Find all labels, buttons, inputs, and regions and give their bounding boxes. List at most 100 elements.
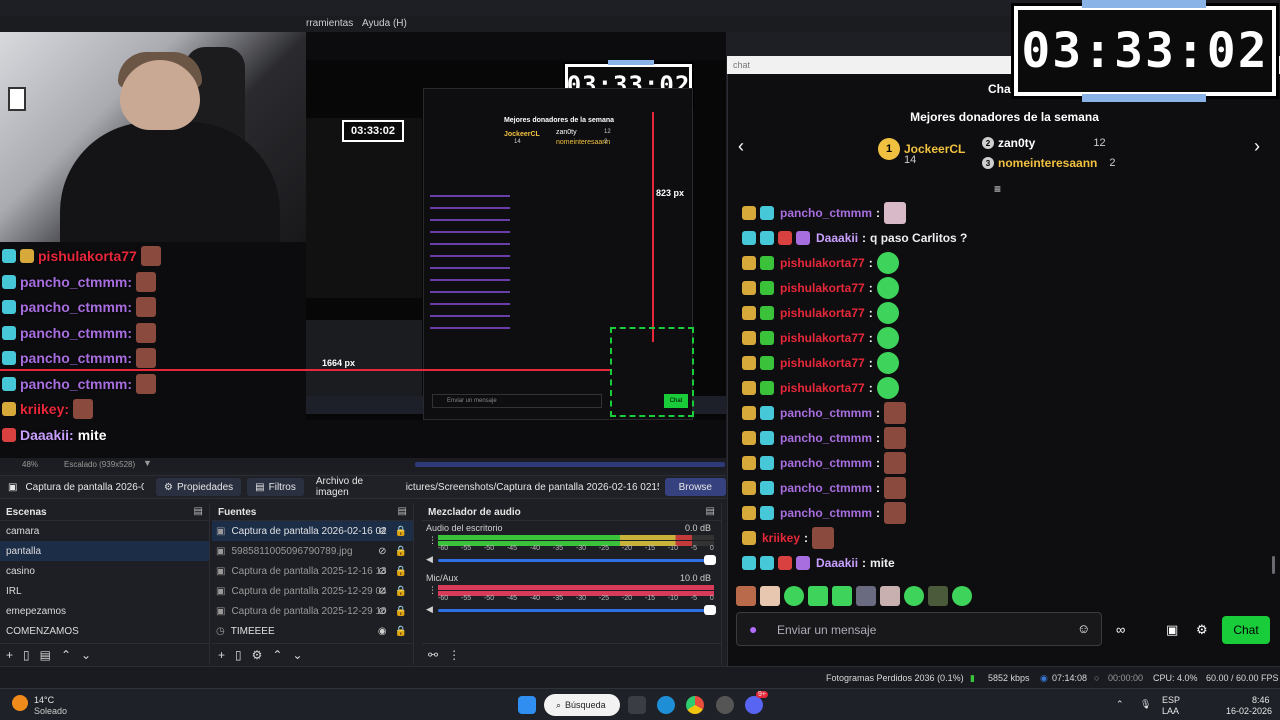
chat-username[interactable]: pishulakorta77 bbox=[780, 281, 865, 295]
emote-picker-item[interactable] bbox=[760, 586, 780, 606]
emote-picker-item[interactable] bbox=[808, 586, 828, 606]
move-up-icon[interactable]: ⌃ bbox=[61, 648, 71, 662]
source-item[interactable]: ▣ Captura de pantalla 2025-12-29 04 ⊘ 🔒 bbox=[212, 581, 413, 601]
source-item[interactable]: ▣ Captura de pantalla 2026-02-16 02 ⊘ 🔒 bbox=[212, 521, 413, 541]
speaker-icon[interactable]: ◀ bbox=[426, 554, 433, 565]
task-view-icon[interactable] bbox=[628, 696, 646, 714]
emote-picker-item[interactable] bbox=[880, 586, 900, 606]
eye-hidden-icon[interactable]: ⊘ bbox=[378, 526, 386, 537]
chat-scrollbar[interactable] bbox=[1272, 556, 1275, 574]
lock-icon[interactable]: 🔒 bbox=[395, 566, 407, 577]
chevron-left-icon[interactable]: ‹ bbox=[738, 136, 744, 157]
dock-menu-icon[interactable]: ▤ bbox=[398, 506, 407, 517]
chat-username[interactable]: pishulakorta77 bbox=[780, 331, 865, 345]
move-down-icon[interactable]: ⌄ bbox=[81, 648, 91, 662]
volume-slider[interactable] bbox=[438, 555, 716, 565]
scene-item[interactable]: pantalla bbox=[0, 541, 209, 561]
discord-icon[interactable] bbox=[745, 696, 763, 714]
bits-icon[interactable]: ∞ bbox=[1116, 622, 1125, 637]
chat-input[interactable]: ● Enviar un mensaje ☺ bbox=[736, 612, 1102, 646]
chat-send-button[interactable]: Chat bbox=[1222, 616, 1270, 644]
chat-username[interactable]: pishulakorta77 bbox=[780, 356, 865, 370]
chat-username[interactable]: pancho_ctmmm bbox=[780, 456, 872, 470]
move-up-icon[interactable]: ⌃ bbox=[272, 648, 282, 662]
chat-username[interactable]: Daaakii bbox=[816, 231, 858, 245]
microphone-icon[interactable]: 🎙 bbox=[1140, 699, 1151, 710]
lock-icon[interactable]: 🔒 bbox=[395, 626, 407, 637]
source-item[interactable]: ◷ TIMEEEE ◉ 🔒 bbox=[212, 621, 413, 641]
windows-start-icon[interactable] bbox=[518, 696, 536, 714]
selected-source-bounds[interactable] bbox=[610, 327, 694, 417]
scene-item[interactable]: camara bbox=[0, 521, 209, 541]
scene-item[interactable]: IRL bbox=[0, 581, 209, 601]
source-item[interactable]: ▣ Captura de pantalla 2025-12-29 10 ⊘ 🔒 bbox=[212, 601, 413, 621]
filter-icon[interactable]: ▤ bbox=[40, 648, 51, 662]
chevron-down-icon[interactable]: ▼ bbox=[143, 458, 152, 468]
link-icon[interactable]: ⚯ bbox=[428, 648, 438, 662]
menu-help[interactable]: Ayuda (H) bbox=[362, 18, 407, 29]
properties-button[interactable]: ⚙ Propiedades bbox=[156, 478, 242, 496]
emote-picker-item[interactable] bbox=[784, 586, 804, 606]
emote-picker-item[interactable] bbox=[832, 586, 852, 606]
weather-icon[interactable] bbox=[12, 695, 28, 711]
obs-icon[interactable] bbox=[716, 696, 734, 714]
chat-username[interactable]: pancho_ctmmm bbox=[780, 406, 872, 420]
zoom-level[interactable]: 48% bbox=[22, 460, 38, 469]
volume-slider[interactable] bbox=[438, 605, 716, 615]
clock-date[interactable]: 16-02-2026 bbox=[1226, 706, 1272, 716]
scene-item[interactable]: casino bbox=[0, 561, 209, 581]
lock-icon[interactable]: 🔒 bbox=[395, 586, 407, 597]
expand-icon[interactable]: ≡ bbox=[994, 182, 1001, 196]
chat-username[interactable]: pishulakorta77 bbox=[780, 256, 865, 270]
eye-hidden-icon[interactable]: ⊘ bbox=[378, 566, 386, 577]
chat-username[interactable]: pancho_ctmmm bbox=[780, 506, 872, 520]
emote-picker-item[interactable] bbox=[856, 586, 876, 606]
eye-icon[interactable]: ◉ bbox=[378, 626, 387, 637]
language-primary[interactable]: ESP bbox=[1162, 695, 1180, 705]
scene-item[interactable]: COMENZAMOS bbox=[0, 621, 209, 641]
emote-picker-item[interactable] bbox=[904, 586, 924, 606]
channel-menu-icon[interactable]: ⋮ bbox=[428, 585, 437, 596]
image-path-field[interactable]: ictures/Screenshots/Captura de pantalla … bbox=[406, 482, 659, 493]
chrome-icon[interactable] bbox=[686, 696, 704, 714]
dock-menu-icon[interactable]: ▤ bbox=[194, 506, 203, 517]
obs-preview[interactable]: 03:33:02 03:33:02 Mejores donadores de l… bbox=[0, 32, 726, 458]
clock-time[interactable]: 8:46 bbox=[1252, 695, 1270, 705]
chat-username[interactable]: pancho_ctmmm bbox=[780, 431, 872, 445]
source-item[interactable]: ▣ 5985811005096790789.jpg ⊘ 🔒 bbox=[212, 541, 413, 561]
gear-icon[interactable]: ⚙ bbox=[252, 648, 263, 662]
speaker-icon[interactable]: ◀ bbox=[426, 604, 433, 615]
language-secondary[interactable]: LAA bbox=[1162, 706, 1179, 716]
lock-icon[interactable]: 🔒 bbox=[395, 606, 407, 617]
taskbar-search[interactable]: ⌕ Búsqueda bbox=[544, 694, 620, 716]
chat-username[interactable]: kriikey bbox=[762, 531, 800, 545]
trash-icon[interactable]: ▯ bbox=[23, 648, 30, 662]
settings-gear-icon[interactable]: ⚙ bbox=[1196, 622, 1208, 638]
microphone-icon[interactable]: ● bbox=[749, 621, 757, 637]
filters-button[interactable]: ▤ Filtros bbox=[247, 478, 304, 496]
channel-menu-icon[interactable]: ⋮ bbox=[428, 535, 437, 546]
trash-icon[interactable]: ▯ bbox=[235, 648, 242, 662]
chat-username[interactable]: pishulakorta77 bbox=[780, 306, 865, 320]
chat-username[interactable]: pancho_ctmmm bbox=[780, 206, 872, 220]
eye-hidden-icon[interactable]: ⊘ bbox=[378, 546, 386, 557]
scaled-resolution[interactable]: Escalado (939x528) bbox=[64, 460, 135, 469]
source-item[interactable]: ▣ Captura de pantalla 2025-12-16 13 ⊘ 🔒 bbox=[212, 561, 413, 581]
chevron-right-icon[interactable]: › bbox=[1254, 136, 1260, 157]
preview-scrollbar[interactable] bbox=[415, 462, 725, 467]
dock-menu-icon[interactable]: ▤ bbox=[706, 506, 715, 517]
lock-icon[interactable]: 🔒 bbox=[395, 526, 407, 537]
eye-hidden-icon[interactable]: ⊘ bbox=[378, 586, 386, 597]
menu-tools[interactable]: rramientas bbox=[306, 18, 353, 29]
more-icon[interactable]: ⋮ bbox=[448, 648, 460, 662]
chat-username[interactable]: Daaakii bbox=[816, 556, 858, 570]
eye-hidden-icon[interactable]: ⊘ bbox=[378, 606, 386, 617]
emote-picker-item[interactable] bbox=[928, 586, 948, 606]
lock-icon[interactable]: 🔒 bbox=[395, 546, 407, 557]
emote-picker-item[interactable] bbox=[952, 586, 972, 606]
chat-username[interactable]: pancho_ctmmm bbox=[780, 481, 872, 495]
add-icon[interactable]: + bbox=[6, 648, 13, 662]
emote-picker-item[interactable] bbox=[736, 586, 756, 606]
move-down-icon[interactable]: ⌄ bbox=[292, 648, 302, 662]
chat-username[interactable]: pishulakorta77 bbox=[780, 381, 865, 395]
